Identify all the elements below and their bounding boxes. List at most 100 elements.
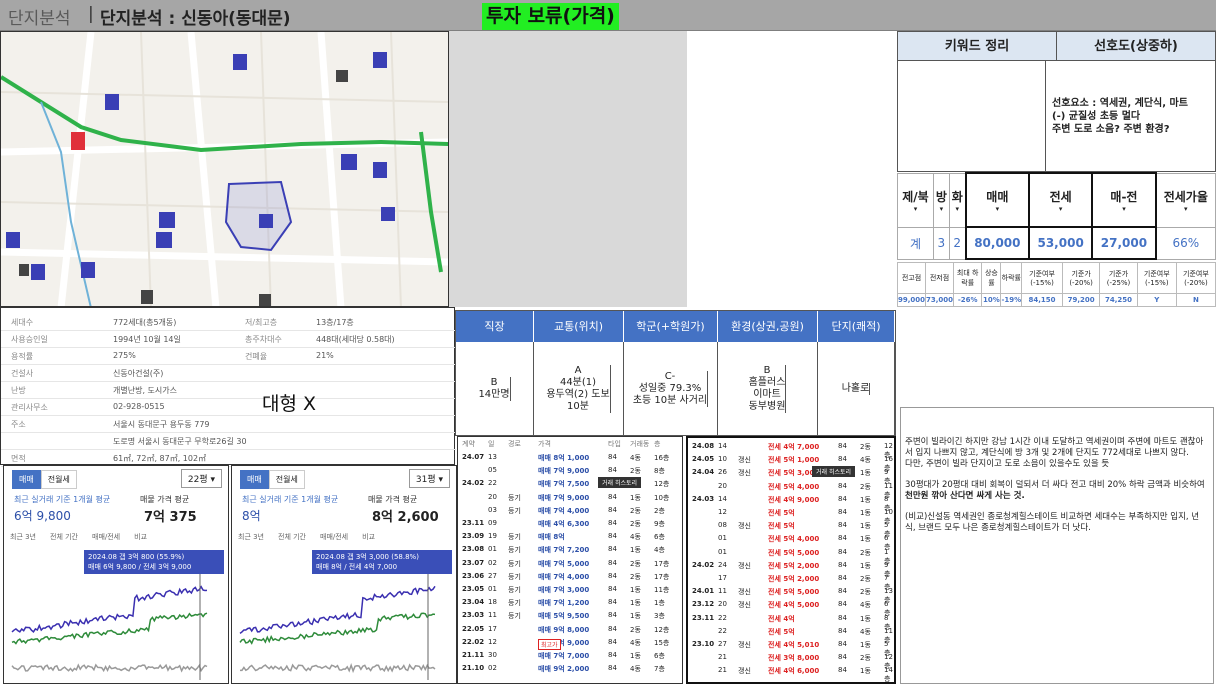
- tx-row[interactable]: 24.07 13 매매 8억 1,000 84 4동 16층: [458, 451, 682, 463]
- tx-row[interactable]: 21.11 30 매매 7억 7,000 84 1동 6층: [458, 649, 682, 661]
- tx-row[interactable]: 23.11 09 매매 4억 6,300 84 2동 9층: [458, 517, 682, 529]
- sub-header[interactable]: 전고점: [896, 262, 927, 294]
- tx-row[interactable]: 24.05 10 갱신 전세 5억 1,000 84 4동 16층: [688, 453, 894, 472]
- tx-cell: 갱신: [738, 588, 751, 597]
- tx-row[interactable]: 21 전세 3억 8,000 84 2동 12층: [688, 651, 894, 670]
- tx-row[interactable]: 23.08 01 등기 매매 7억 7,200 84 1동 4층: [458, 543, 682, 555]
- tx-row[interactable]: 23.03 11 등기 매매 5억 9,500 84 1동 3층: [458, 609, 682, 621]
- page-title: 단지분석 : 신동아(동대문): [100, 9, 291, 29]
- price-cell[interactable]: 80,000: [964, 226, 1031, 260]
- tx-row[interactable]: 24.08 14 전세 4억 7,000 84 2동 12층: [688, 440, 894, 459]
- pyeong-select[interactable]: 22평 ▾: [180, 469, 222, 488]
- tx-row[interactable]: 23.12 20 갱신 전세 4억 5,000 84 4동 6층: [688, 598, 894, 617]
- price-header[interactable]: 화 ▾: [948, 172, 967, 228]
- price-cell[interactable]: 계: [897, 226, 934, 260]
- sub-header[interactable]: 기준여부 (-15%): [1136, 262, 1177, 294]
- tx-row[interactable]: 17 전세 5억 2,000 84 2동 7층: [688, 572, 894, 591]
- preference-cell[interactable]: 선호요소 : 역세권, 계단식, 마트 (-) 균질성 초등 멀다 주변 도로 …: [1046, 61, 1215, 171]
- price-header[interactable]: 전세가율 ▾: [1155, 172, 1216, 228]
- price-cell[interactable]: 2: [948, 226, 967, 260]
- sub-cell[interactable]: 99,000: [896, 292, 927, 308]
- sub-header[interactable]: 하락률: [1000, 262, 1023, 294]
- tab-sale[interactable]: 매매: [240, 470, 269, 489]
- tx-row[interactable]: 03 등기 매매 7억 4,000 84 2동 2층: [458, 504, 682, 516]
- tx-row[interactable]: 05 매매 7억 9,000 84 2동 8층: [458, 464, 682, 476]
- tx-row[interactable]: 23.06 27 등기 매매 7억 4,000 84 2동 17층: [458, 570, 682, 582]
- tx-row[interactable]: 24.0222매매 7억 7,500841동12층: [458, 477, 682, 489]
- tab-rent[interactable]: 전월세: [40, 470, 77, 489]
- tab-rent[interactable]: 전월세: [268, 470, 305, 489]
- tx-row[interactable]: 08 갱신 전세 5억 84 1동 5층: [688, 519, 894, 538]
- sale-history-list[interactable]: 계약 일 경로 가격 타입 거래동 층 24.07 13 매매 8억 1,000 84 4동 16층 05…: [457, 436, 683, 684]
- range-tab[interactable]: 비교: [362, 532, 375, 542]
- tx-cell: 전세 5억 1,000: [768, 456, 820, 465]
- tx-row[interactable]: 23.10 27 갱신 전세 4억 5,010 84 1동 5층: [688, 638, 894, 657]
- tx-row[interactable]: 24.01 11 갱신 전세 5억 5,000 84 2동 13층: [688, 585, 894, 604]
- criteria-cell[interactable]: A 44분(1) 용두역(2) 도보 10분: [534, 342, 624, 435]
- sub-cell[interactable]: -19%: [1000, 292, 1023, 308]
- price-header[interactable]: 방 ▾: [932, 172, 950, 228]
- sub-header[interactable]: 기준가 (-20%): [1061, 262, 1101, 294]
- range-tab[interactable]: 매매/전세: [92, 532, 120, 542]
- tx-row[interactable]: 22.02 12 매매 9억 9,000 84 4동 15층: [458, 636, 682, 648]
- tab-sale[interactable]: 매매: [12, 470, 41, 489]
- tx-row[interactable]: 01 전세 5억 4,000 84 1동 6층: [688, 532, 894, 551]
- tx-row[interactable]: 20 전세 5억 4,000 84 2동 11층: [688, 480, 894, 499]
- jeonse-history-list[interactable]: 24.08 14 전세 4억 7,000 84 2동 12층 24.05 10 갱신 전세 5억 …: [686, 436, 896, 684]
- tx-row[interactable]: 24.02 24 갱신 전세 5억 2,000 84 1동 9층: [688, 559, 894, 578]
- price-header[interactable]: 매-전 ▾: [1091, 172, 1157, 228]
- price-header[interactable]: 매매 ▾: [964, 172, 1031, 228]
- sub-cell[interactable]: N: [1175, 292, 1216, 308]
- tx-row[interactable]: 24.03 14 전세 4억 9,000 84 1동 8층: [688, 493, 894, 512]
- criteria-cell[interactable]: 나홀로: [818, 342, 895, 435]
- sub-cell[interactable]: -26%: [953, 292, 983, 308]
- range-tab[interactable]: 전체 기간: [278, 532, 306, 542]
- sub-header[interactable]: 전저점: [925, 262, 955, 294]
- sub-cell[interactable]: 79,200: [1061, 292, 1101, 308]
- tx-row[interactable]: 23.07 02 등기 매매 7억 5,000 84 2동 17층: [458, 557, 682, 569]
- criteria-cell[interactable]: B 14만명: [456, 342, 534, 435]
- price-cell[interactable]: 27,000: [1091, 226, 1157, 260]
- map-canvas[interactable]: [1, 32, 449, 307]
- price-cell[interactable]: 3: [932, 226, 950, 260]
- sub-cell[interactable]: 84,150: [1021, 292, 1063, 308]
- sub-cell[interactable]: 73,000: [925, 292, 955, 308]
- range-tab[interactable]: 비교: [134, 532, 147, 542]
- sub-header[interactable]: 기준가 (-25%): [1099, 262, 1138, 294]
- tx-row[interactable]: 21 갱신 전세 4억 6,000 84 1동 14층: [688, 664, 894, 682]
- price-cell[interactable]: 66%: [1155, 226, 1216, 260]
- info-k: 세대수: [11, 318, 34, 327]
- tx-row[interactable]: 23.05 01 등기 매매 7억 3,000 84 1동 11층: [458, 583, 682, 595]
- tx-row[interactable]: 12 전세 5억 84 1동 10층: [688, 506, 894, 525]
- price-header[interactable]: 전세 ▾: [1027, 172, 1094, 228]
- tx-row[interactable]: 23.04 18 등기 매매 7억 1,200 84 1동 1층: [458, 596, 682, 608]
- tx-row[interactable]: 20 등기 매매 7억 9,000 84 1동 10층: [458, 491, 682, 503]
- range-tab[interactable]: 매매/전세: [320, 532, 348, 542]
- tx-cell: 1동: [860, 641, 871, 649]
- sub-header[interactable]: 기준여부 (-20%): [1175, 262, 1216, 294]
- price-cell[interactable]: 53,000: [1027, 226, 1094, 260]
- price-header[interactable]: 제/북 ▾: [897, 172, 934, 228]
- range-tab[interactable]: 최근 3년: [10, 532, 36, 542]
- pyeong-select[interactable]: 31평 ▾: [408, 469, 450, 488]
- range-tab[interactable]: 최근 3년: [238, 532, 264, 542]
- criteria-cell[interactable]: C- 성일중 79.3% 초등 10분 사거리: [624, 342, 718, 435]
- sub-cell[interactable]: 10%: [981, 292, 1002, 308]
- range-tab[interactable]: 전체 기간: [50, 532, 78, 542]
- tx-row[interactable]: 22 전세 5억 84 4동 11층: [688, 625, 894, 644]
- tx-row[interactable]: 24.0426갱신전세 5억 3,000841동9층: [688, 466, 894, 485]
- tx-cell: 전세 4억 7,000: [768, 443, 820, 451]
- sub-cell[interactable]: 74,250: [1099, 292, 1138, 308]
- tx-row[interactable]: 22.05 17 매매 9억 8,000 84 2동 12층: [458, 623, 682, 635]
- tx-row[interactable]: 01 전세 5억 5,000 84 2동 1층: [688, 546, 894, 565]
- sub-cell[interactable]: Y: [1136, 292, 1177, 308]
- tx-row[interactable]: 21.10 02 매매 9억 2,000 84 4동 7층: [458, 662, 682, 674]
- map-panel[interactable]: [0, 31, 449, 307]
- sub-header[interactable]: 최대 하락률: [953, 262, 983, 294]
- keyword-cell[interactable]: [898, 61, 1046, 171]
- sub-header[interactable]: 기준여부 (-15%): [1021, 262, 1063, 294]
- tx-row[interactable]: 23.11 22 전세 4억 84 1동 8층: [688, 612, 894, 631]
- sub-header[interactable]: 상승률: [981, 262, 1002, 294]
- criteria-cell[interactable]: B 홈플러스 이마트 동부병원: [718, 342, 818, 435]
- tx-row[interactable]: 23.09 19 등기 매매 8억 84 4동 6층: [458, 530, 682, 542]
